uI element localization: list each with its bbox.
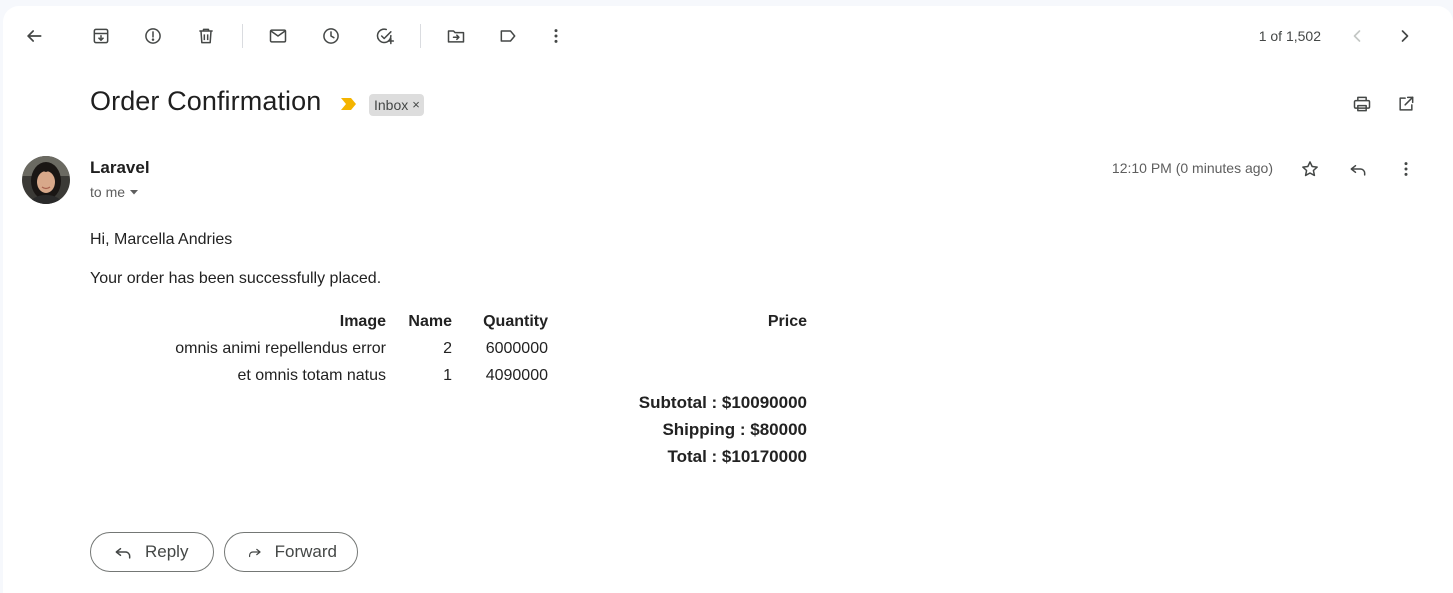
subtotal-text: Subtotal : $10090000	[638, 392, 807, 412]
table-row: omnis animi repellendus error 2 6000000	[90, 335, 807, 362]
avatar-photo	[22, 156, 70, 204]
total-row: Total : $10170000	[90, 443, 807, 470]
caret-down-icon	[130, 190, 139, 195]
toolbar-divider	[242, 24, 243, 48]
chevron-left-icon	[1353, 30, 1361, 42]
archive-button[interactable]	[81, 16, 121, 56]
move-to-button[interactable]	[436, 16, 476, 56]
reply-icon	[1350, 164, 1366, 176]
archive-icon	[93, 28, 109, 44]
snooze-button[interactable]	[311, 16, 351, 56]
open-in-new-icon	[1399, 96, 1414, 111]
email-subject: Order Confirmation	[90, 86, 322, 116]
inbox-label-chip: Inbox ×	[369, 94, 424, 116]
add-task-icon	[376, 28, 395, 45]
cell-name: 2	[443, 339, 452, 357]
mail-icon	[269, 29, 287, 43]
reply-icon	[115, 547, 131, 559]
delete-button[interactable]	[186, 16, 226, 56]
reply-button-label: Reply	[145, 542, 189, 561]
table-row: et omnis totam natus 1 4090000	[90, 362, 807, 389]
sender-name: Laravel	[90, 158, 150, 177]
shipping-row: Shipping : $80000	[90, 416, 807, 443]
more-vertical-icon	[554, 29, 558, 43]
sender-avatar[interactable]	[22, 156, 70, 204]
forward-icon	[249, 548, 261, 558]
header-quantity: Quantity	[483, 312, 548, 330]
reply-button[interactable]: Reply	[90, 532, 214, 572]
print-icon	[1353, 96, 1371, 112]
older-button[interactable]	[1385, 16, 1425, 56]
label-icon	[500, 30, 516, 42]
forward-button-label: Forward	[274, 542, 337, 561]
recipient-text: to me	[90, 184, 126, 200]
trash-icon	[199, 28, 213, 44]
order-table: Image Name Quantity Price omnis animi re…	[90, 308, 807, 470]
email-timestamp: 12:10 PM (0 minutes ago)	[1111, 160, 1273, 176]
more-vertical-icon	[1404, 162, 1408, 176]
labels-button[interactable]	[488, 16, 528, 56]
reply-icon-button[interactable]	[1338, 149, 1378, 189]
cell-image: omnis animi repellendus error	[175, 339, 386, 357]
star-icon	[1302, 161, 1318, 177]
greeting-text: Hi, Marcella Andries	[90, 231, 233, 248]
remove-label-button[interactable]: ×	[412, 94, 420, 116]
cell-quantity: 6000000	[485, 339, 548, 357]
cell-name: 1	[443, 366, 452, 384]
message-more-button[interactable]	[1386, 149, 1426, 189]
inbox-label-text: Inbox	[374, 97, 409, 113]
newer-button[interactable]	[1337, 16, 1377, 56]
subtotal-row: Subtotal : $10090000	[90, 389, 807, 416]
cell-image: et omnis totam natus	[237, 366, 386, 384]
report-spam-icon	[145, 28, 161, 44]
total-text: Total : $10170000	[667, 446, 807, 466]
cell-price	[548, 335, 807, 362]
arrow-left-icon	[27, 30, 42, 42]
header-price: Price	[767, 312, 807, 330]
clock-icon	[323, 28, 339, 44]
back-button[interactable]	[14, 16, 54, 56]
add-task-button[interactable]	[365, 16, 405, 56]
recipient-details-toggle[interactable]: to me	[90, 184, 139, 200]
cell-quantity: 4090000	[485, 366, 548, 384]
cell-price	[548, 362, 807, 389]
shipping-text: Shipping : $80000	[662, 419, 807, 439]
mark-unread-button[interactable]	[258, 16, 298, 56]
message-text: Your order has been successfully placed.	[90, 270, 382, 287]
print-button[interactable]	[1342, 84, 1382, 124]
move-folder-icon	[447, 30, 465, 43]
header-name: Name	[408, 312, 452, 330]
report-spam-button[interactable]	[133, 16, 173, 56]
star-button[interactable]	[1290, 149, 1330, 189]
pager-count: 1 of 1,502	[1258, 28, 1321, 44]
email-view-panel: 1 of 1,502 Order Confirmation Inbox × La…	[3, 6, 1453, 593]
table-header-row: Image Name Quantity Price	[90, 308, 807, 335]
importance-marker-icon[interactable]	[341, 97, 356, 111]
forward-button[interactable]: Forward	[224, 532, 358, 572]
toolbar-divider	[420, 24, 421, 48]
open-new-window-button[interactable]	[1386, 84, 1426, 124]
more-options-button[interactable]	[536, 16, 576, 56]
chevron-right-icon	[1401, 30, 1409, 42]
header-image: Image	[339, 312, 386, 330]
